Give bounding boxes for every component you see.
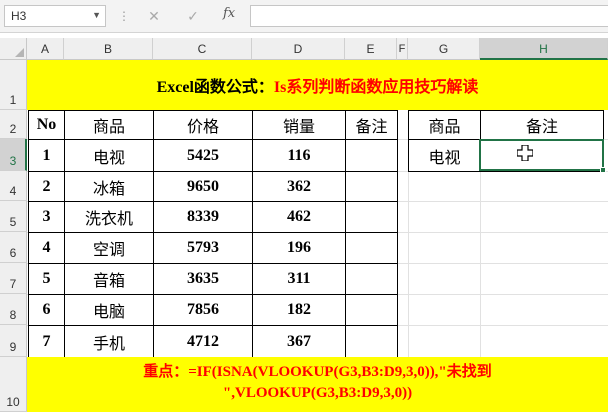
lookup-header-product[interactable]: 商品: [408, 110, 481, 140]
row-header-4[interactable]: 4: [0, 171, 27, 201]
cell-no[interactable]: 7: [28, 325, 65, 358]
cell-product[interactable]: 电脑: [64, 294, 154, 326]
cell-no[interactable]: 6: [28, 294, 65, 326]
formula-note-label: 重点：: [143, 362, 189, 380]
cell-price[interactable]: 9650: [153, 171, 253, 202]
formula-note-text-1: =IF(ISNA(VLOOKUP(G3,B3:D9,3,0)),"未找到: [188, 364, 492, 380]
formula-note[interactable]: 重点：=IF(ISNA(VLOOKUP(G3,B3:D9,3,0)),"未找到 …: [27, 357, 608, 412]
sheet-title[interactable]: Excel函数公式： Is系列判断函数应用技巧解读: [27, 60, 608, 110]
formula-input[interactable]: [250, 5, 608, 27]
cell-remark[interactable]: [345, 294, 398, 326]
column-header-e[interactable]: E: [345, 38, 397, 60]
row-header-7[interactable]: 7: [0, 263, 27, 294]
cell-sales[interactable]: 196: [252, 232, 346, 264]
cell-sales[interactable]: 182: [252, 294, 346, 326]
column-header-h[interactable]: H: [480, 38, 608, 60]
cell-sales[interactable]: 462: [252, 201, 346, 233]
formula-bar-grip-icon[interactable]: ⋮: [118, 9, 130, 23]
column-header-d[interactable]: D: [252, 38, 345, 60]
cell-product[interactable]: 洗衣机: [64, 201, 154, 233]
cell-remark[interactable]: [345, 263, 398, 295]
formula-note-text-2: ",VLOOKUP(G3,B3:D9,3,0)): [222, 385, 413, 401]
cell-price[interactable]: 5793: [153, 232, 253, 264]
cell-cursor-icon: [517, 145, 533, 161]
row-header-9[interactable]: 9: [0, 325, 27, 357]
chevron-down-icon[interactable]: ▼: [92, 10, 101, 20]
row-header-6[interactable]: 6: [0, 232, 27, 263]
lookup-header-remark[interactable]: 备注: [480, 110, 604, 140]
cell-remark[interactable]: [345, 139, 398, 172]
formula-note-line-1: 重点：=IF(ISNA(VLOOKUP(G3,B3:D9,3,0)),"未找到: [27, 361, 608, 383]
cell-product[interactable]: 电视: [64, 139, 154, 172]
cell-remark[interactable]: [345, 201, 398, 233]
insert-function-icon[interactable]: fx: [223, 6, 235, 21]
cell-no[interactable]: 3: [28, 201, 65, 233]
cell-sales[interactable]: 116: [252, 139, 346, 172]
header-remark[interactable]: 备注: [345, 110, 398, 140]
cell-sales[interactable]: 311: [252, 263, 346, 295]
header-no[interactable]: No: [28, 110, 65, 140]
column-header-g[interactable]: G: [408, 38, 480, 60]
cancel-icon[interactable]: ✕: [145, 7, 163, 25]
formula-bar-area: H3 ▼ ⋮ ✕ ✓ fx: [0, 0, 608, 33]
cell-no[interactable]: 4: [28, 232, 65, 264]
row-header-1[interactable]: 1: [0, 60, 27, 110]
cell-remark[interactable]: [345, 171, 398, 202]
cell-sales[interactable]: 362: [252, 171, 346, 202]
header-product[interactable]: 商品: [64, 110, 154, 140]
row-header-5[interactable]: 5: [0, 201, 27, 232]
active-cell-selection[interactable]: [479, 139, 606, 173]
cell-product[interactable]: 音箱: [64, 263, 154, 295]
cell-no[interactable]: 2: [28, 171, 65, 202]
cell-no[interactable]: 1: [28, 139, 65, 172]
lookup-product-cell[interactable]: 电视: [408, 139, 481, 172]
row-header-2[interactable]: 2: [0, 110, 27, 139]
select-all-button[interactable]: [0, 38, 27, 60]
cell-price[interactable]: 4712: [153, 325, 253, 358]
header-sales[interactable]: 销量: [252, 110, 346, 140]
name-box[interactable]: H3 ▼: [4, 5, 106, 27]
row-header-8[interactable]: 8: [0, 294, 27, 325]
fx-label: fx: [223, 6, 236, 21]
name-box-value: H3: [11, 9, 27, 23]
fill-handle[interactable]: [600, 167, 606, 173]
cell-remark[interactable]: [345, 325, 398, 358]
cell-product[interactable]: 手机: [64, 325, 154, 358]
select-all-triangle-icon: [15, 48, 24, 57]
header-price[interactable]: 价格: [153, 110, 253, 140]
row-header-10[interactable]: 10: [0, 357, 27, 412]
column-header-b[interactable]: B: [64, 38, 153, 60]
cell-sales[interactable]: 367: [252, 325, 346, 358]
enter-icon[interactable]: ✓: [184, 7, 202, 25]
title-part-red: Is系列判断函数应用技巧解读: [273, 79, 479, 96]
title-part-black: Excel函数公式：: [156, 79, 274, 96]
cell-product[interactable]: 冰箱: [64, 171, 154, 202]
cell-price[interactable]: 7856: [153, 294, 253, 326]
column-header-f[interactable]: F: [397, 38, 408, 60]
cell-remark[interactable]: [345, 232, 398, 264]
cell-price[interactable]: 3635: [153, 263, 253, 295]
row-header-3[interactable]: 3: [0, 139, 27, 171]
cell-price[interactable]: 8339: [153, 201, 253, 233]
cell-product[interactable]: 空调: [64, 232, 154, 264]
column-header-a[interactable]: A: [27, 38, 64, 60]
column-header-c[interactable]: C: [153, 38, 252, 60]
cell-price[interactable]: 5425: [153, 139, 253, 172]
cell-no[interactable]: 5: [28, 263, 65, 295]
